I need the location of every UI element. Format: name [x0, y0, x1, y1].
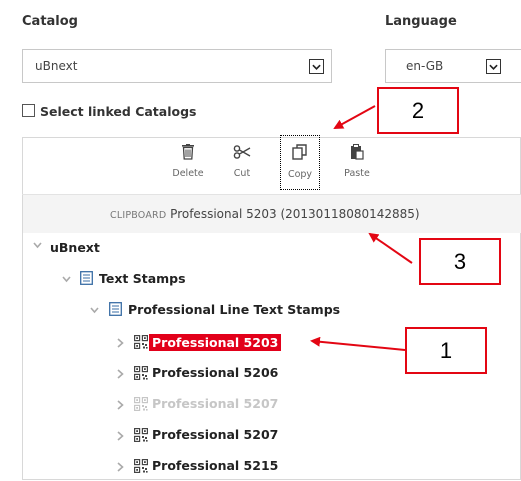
qr-code-icon: [134, 366, 148, 380]
paste-icon: [337, 140, 377, 164]
chevron-down-icon[interactable]: [90, 307, 99, 314]
list-icon: [109, 302, 122, 316]
catalog-select-value: uBnext: [35, 59, 78, 73]
chevron-down-icon[interactable]: [309, 59, 324, 74]
cut-label: Cut: [233, 168, 251, 179]
chevron-down-icon[interactable]: [33, 242, 42, 249]
linked-catalogs-label: Select linked Catalogs: [40, 104, 197, 119]
delete-label: Delete: [172, 168, 204, 179]
qr-code-icon: [134, 335, 148, 349]
scissors-icon: [222, 140, 262, 164]
tree-item-professional-line[interactable]: Professional Line Text Stamps: [128, 302, 340, 317]
qr-code-icon: [134, 459, 148, 473]
copy-label: Copy: [287, 169, 313, 180]
catalog-select[interactable]: uBnext: [22, 49, 332, 83]
language-select-value: en-GB: [406, 59, 444, 73]
chevron-down-icon[interactable]: [62, 276, 71, 283]
language-select[interactable]: en-GB: [385, 49, 521, 83]
tree-root[interactable]: uBnext: [50, 240, 100, 255]
list-icon: [80, 271, 93, 285]
linked-catalogs-checkbox[interactable]: [22, 104, 35, 117]
callout-arrow-2: [333, 105, 376, 129]
qr-code-icon: [134, 428, 148, 442]
paste-button[interactable]: Paste: [337, 140, 377, 190]
tree-leaf-label: Professional 5206: [152, 365, 279, 380]
chevron-right-icon[interactable]: [117, 338, 124, 348]
chevron-right-icon[interactable]: [117, 369, 124, 379]
clipboard-prefix: CLIPBOARD: [110, 210, 167, 221]
callout-box-3: 3: [419, 238, 501, 285]
trash-icon: [168, 140, 208, 164]
chevron-right-icon[interactable]: [117, 400, 124, 410]
catalog-label: Catalog: [22, 14, 78, 29]
language-label: Language: [385, 14, 457, 29]
delete-button[interactable]: Delete: [168, 140, 208, 190]
chevron-right-icon[interactable]: [117, 462, 124, 472]
cut-button[interactable]: Cut: [222, 140, 262, 190]
callout-box-1: 1: [405, 327, 487, 374]
tree-item-text-stamps[interactable]: Text Stamps: [99, 271, 186, 286]
tree-leaf-label: Professional 5207: [152, 427, 279, 442]
copy-icon: [281, 140, 319, 164]
clipboard-status: CLIPBOARD Professional 5203 (20130118080…: [110, 207, 420, 221]
tree-leaf-label: Professional 5207: [152, 396, 279, 411]
copy-button[interactable]: Copy: [280, 135, 320, 190]
tree-leaf-label-selected: Professional 5203: [149, 334, 282, 351]
chevron-down-icon[interactable]: [486, 59, 501, 74]
callout-box-2: 2: [377, 87, 459, 134]
qr-code-icon: [134, 397, 148, 411]
chevron-right-icon[interactable]: [117, 431, 124, 441]
tree-leaf-label: Professional 5215: [152, 458, 279, 473]
clipboard-text: Professional 5203 (20130118080142885): [170, 207, 420, 221]
paste-label: Paste: [344, 168, 370, 179]
